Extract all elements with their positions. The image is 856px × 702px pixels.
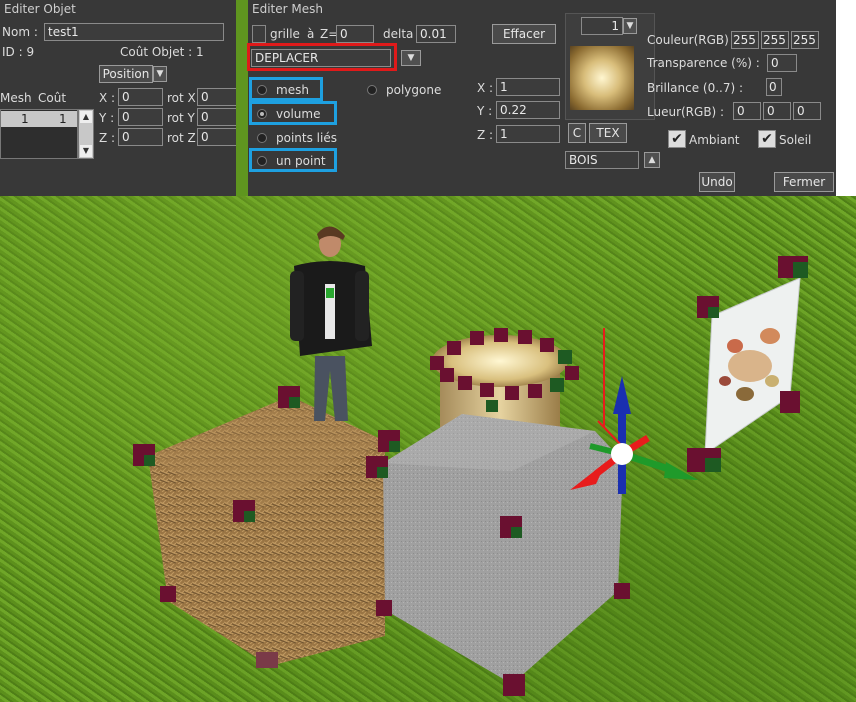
transparence-label: Transparence (%) :: [647, 56, 760, 70]
couleur-g-field[interactable]: 255: [761, 31, 789, 49]
mesh-list[interactable]: 1 1: [0, 109, 78, 159]
grille-checkbox[interactable]: [252, 25, 266, 43]
chevron-up-icon: ▲: [648, 155, 656, 165]
transparence-field[interactable]: 0: [767, 54, 797, 72]
mode-dropdown-button[interactable]: ▼: [153, 66, 167, 82]
volume-option-label: volume: [276, 107, 321, 121]
texture-index-field[interactable]: 1: [581, 17, 623, 35]
couleur-r-field[interactable]: 255: [731, 31, 759, 49]
scroll-down-icon[interactable]: ▼: [80, 145, 92, 157]
mesh-column-header: Mesh: [0, 91, 32, 105]
material-dropdown-button[interactable]: ▲: [644, 152, 660, 168]
texture-preview[interactable]: [570, 46, 634, 110]
delta-label: delta: [383, 27, 414, 41]
z-field[interactable]: 0: [118, 128, 163, 146]
material-select[interactable]: BOIS: [565, 151, 639, 169]
chevron-down-icon: ▼: [407, 53, 415, 63]
brillance-field[interactable]: 0: [766, 78, 782, 96]
c-button[interactable]: C: [568, 123, 586, 143]
grid-z-field[interactable]: 0: [336, 25, 374, 43]
points-lies-option-label: points liés: [276, 131, 337, 145]
mesh-y-field[interactable]: 0.22: [496, 101, 560, 119]
nom-label: Nom :: [2, 25, 38, 39]
mesh-x-label: X :: [477, 81, 494, 95]
mesh-list-scrollbar[interactable]: ▲ ▼: [78, 109, 94, 159]
delta-field[interactable]: 0.01: [416, 25, 456, 43]
y-label: Y :: [99, 111, 115, 125]
lueur-g-field[interactable]: 0: [763, 102, 791, 120]
scene-svg: [133, 226, 808, 696]
mesh-x-field[interactable]: 1: [496, 78, 560, 96]
rotz-label: rot Z: [167, 131, 196, 145]
undo-button[interactable]: Undo: [699, 172, 735, 192]
polygone-radio[interactable]: [367, 85, 377, 95]
x-field[interactable]: 0: [118, 88, 163, 106]
mesh-z-label: Z :: [477, 128, 494, 142]
row-mesh-value: 1: [21, 112, 29, 126]
cout-objet-label: Coût Objet : 1: [120, 45, 204, 59]
lueur-label: Lueur(RGB) :: [647, 105, 725, 119]
polygone-option-label: polygone: [386, 83, 442, 97]
texture-index-dropdown[interactable]: ▼: [623, 18, 637, 34]
mesh-radio[interactable]: [257, 85, 267, 95]
soleil-label: Soleil: [779, 133, 812, 147]
x-label: X :: [99, 91, 116, 105]
un-point-option-label: un point: [276, 154, 326, 168]
points-lies-radio[interactable]: [257, 133, 267, 143]
editer-objet-panel: Editer Objet Nom : test1 ID : 9 Coût Obj…: [0, 0, 241, 196]
chevron-down-icon: ▼: [156, 69, 164, 79]
food-billboard: [704, 277, 801, 455]
rotx-field[interactable]: 0: [197, 88, 241, 106]
rotx-label: rot X: [167, 91, 196, 105]
row-cout-value: 1: [59, 112, 67, 126]
volume-radio[interactable]: [257, 109, 267, 119]
mesh-y-label: Y :: [477, 104, 493, 118]
un-point-radio[interactable]: [257, 156, 267, 166]
checkmark-icon: ✔: [671, 131, 683, 147]
avatar: [290, 226, 372, 421]
roty-field[interactable]: 0: [197, 108, 241, 126]
editer-objet-title: Editer Objet: [4, 2, 76, 16]
roty-label: rot Y: [167, 111, 195, 125]
z-label: Z :: [99, 131, 116, 145]
a-label: à: [307, 27, 315, 41]
couleur-b-field[interactable]: 255: [791, 31, 819, 49]
rotz-field[interactable]: 0: [197, 128, 241, 146]
nom-field[interactable]: test1: [44, 23, 224, 41]
fermer-button[interactable]: Fermer: [774, 172, 834, 192]
y-field[interactable]: 0: [118, 108, 163, 126]
list-row[interactable]: 1 1: [1, 111, 77, 127]
action-dropdown-button[interactable]: ▼: [401, 50, 421, 66]
scroll-up-icon[interactable]: ▲: [80, 111, 92, 123]
effacer-button[interactable]: Effacer: [492, 24, 556, 44]
mesh-option-label: mesh: [276, 83, 309, 97]
editer-mesh-panel: Editer Mesh grille à Z= 0 delta 0.01 Eff…: [247, 0, 836, 196]
brillance-label: Brillance (0..7) :: [647, 81, 744, 95]
tex-button[interactable]: TEX: [589, 123, 627, 143]
checkmark-icon: ✔: [761, 131, 773, 147]
editer-mesh-title: Editer Mesh: [252, 2, 323, 16]
mode-select[interactable]: Position: [99, 65, 153, 83]
hay-cube: [148, 396, 385, 666]
game-viewport[interactable]: [0, 196, 856, 702]
ambiant-label: Ambiant: [689, 133, 740, 147]
couleur-label: Couleur(RGB): [647, 33, 729, 47]
grille-label: grille: [270, 27, 300, 41]
ambiant-checkbox[interactable]: ✔: [668, 130, 686, 148]
lueur-r-field[interactable]: 0: [733, 102, 761, 120]
action-select[interactable]: DEPLACER: [251, 49, 391, 67]
soleil-checkbox[interactable]: ✔: [758, 130, 776, 148]
id-label: ID : 9: [2, 45, 35, 59]
lueur-b-field[interactable]: 0: [793, 102, 821, 120]
chevron-down-icon: ▼: [626, 21, 634, 31]
grey-cube: [383, 414, 623, 684]
mesh-z-field[interactable]: 1: [496, 125, 560, 143]
cout-column-header: Coût: [38, 91, 67, 105]
panel-divider: [236, 0, 248, 196]
